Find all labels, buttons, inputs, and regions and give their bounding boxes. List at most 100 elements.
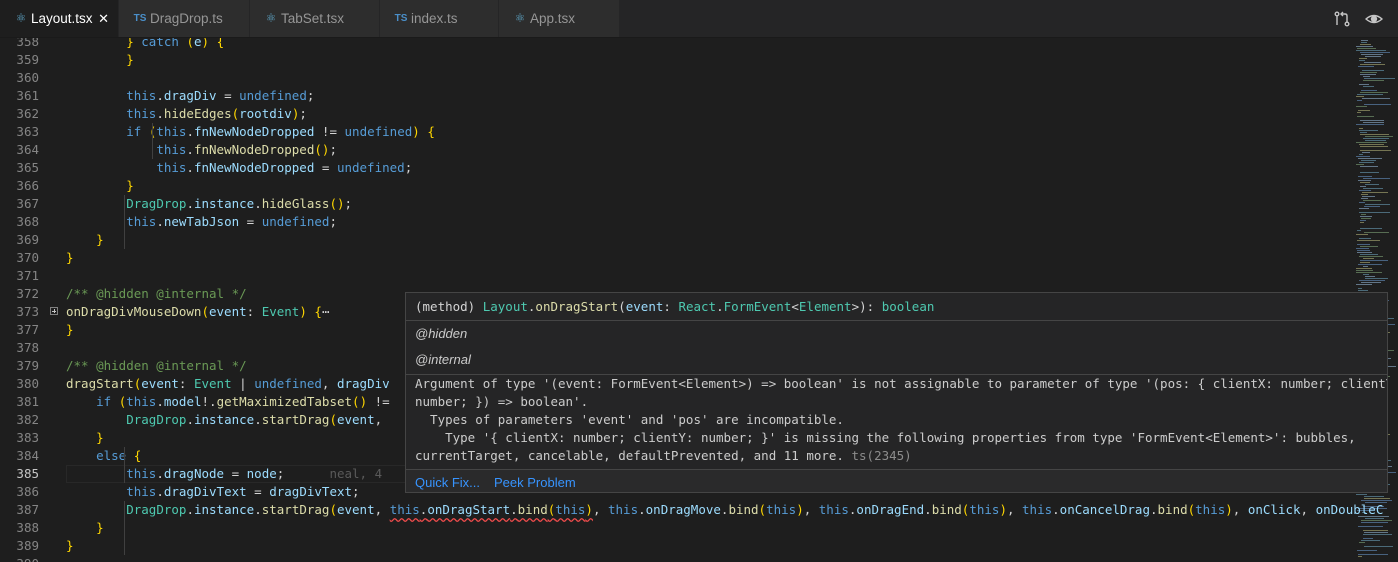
tab-tabset[interactable]: ⚛ TabSet.tsx bbox=[250, 0, 380, 37]
quick-fix-link[interactable]: Quick Fix... bbox=[415, 475, 480, 491]
minimap-line bbox=[1363, 534, 1392, 535]
line-number: 367 bbox=[16, 196, 39, 211]
code-text: } catch (e) { bbox=[126, 38, 225, 49]
code-text: DragDrop.instance.hideGlass(); bbox=[126, 196, 353, 211]
minimap-line bbox=[1360, 146, 1388, 147]
minimap-line bbox=[1357, 250, 1370, 251]
code-line[interactable]: 390 bbox=[0, 555, 1356, 562]
peek-problem-link[interactable]: Peek Problem bbox=[494, 475, 576, 491]
code-line[interactable]: 362 this.hideEdges(rootdiv); bbox=[0, 105, 1356, 123]
code-line[interactable]: 371 bbox=[0, 267, 1356, 285]
minimap-line bbox=[1356, 270, 1373, 271]
minimap-line bbox=[1364, 62, 1381, 63]
code-line[interactable]: 365 this.fnNewNodeDropped = undefined; bbox=[0, 159, 1356, 177]
line-number: 377 bbox=[16, 322, 39, 337]
fold-expand-icon[interactable] bbox=[50, 307, 58, 315]
open-changes-icon[interactable] bbox=[1333, 10, 1351, 28]
code-text: this.fnNewNodeDropped(); bbox=[156, 142, 337, 157]
line-number: 358 bbox=[16, 38, 39, 49]
code-line[interactable]: 358 } catch (e) { bbox=[0, 38, 1356, 51]
minimap-line bbox=[1358, 288, 1362, 289]
minimap-line bbox=[1364, 232, 1389, 233]
tab-label: App.tsx bbox=[530, 11, 576, 26]
minimap-line bbox=[1356, 494, 1367, 495]
minimap-line bbox=[1361, 40, 1368, 41]
line-number: 384 bbox=[16, 448, 39, 463]
code-text: } bbox=[126, 178, 134, 193]
minimap-line bbox=[1364, 496, 1384, 497]
minimap-line bbox=[1360, 260, 1388, 261]
minimap-line bbox=[1362, 152, 1370, 153]
minimap-line bbox=[1363, 188, 1383, 189]
line-number: 370 bbox=[16, 250, 39, 265]
minimap-line bbox=[1360, 166, 1378, 167]
line-number: 363 bbox=[16, 124, 39, 139]
line-number: 381 bbox=[16, 394, 39, 409]
minimap-line bbox=[1361, 54, 1383, 55]
indent-guide bbox=[152, 123, 153, 159]
minimap-line bbox=[1360, 216, 1372, 217]
line-number: 365 bbox=[16, 160, 39, 175]
toggle-inline-view-icon[interactable] bbox=[1364, 10, 1384, 28]
line-number: 379 bbox=[16, 358, 39, 373]
react-icon: ⚛ bbox=[514, 11, 526, 25]
code-line[interactable]: 359 } bbox=[0, 51, 1356, 69]
line-number: 385 bbox=[16, 466, 39, 481]
minimap-line bbox=[1359, 190, 1371, 191]
close-icon[interactable]: ✕ bbox=[98, 0, 109, 37]
minimap-line bbox=[1360, 120, 1384, 121]
minimap-line bbox=[1359, 212, 1390, 213]
minimap-line bbox=[1356, 106, 1367, 107]
code-line[interactable]: 370} bbox=[0, 249, 1356, 267]
code-text: if (this.model!.getMaximizedTabset() != bbox=[96, 394, 398, 409]
minimap-line bbox=[1357, 240, 1380, 241]
line-number: 371 bbox=[16, 268, 39, 283]
minimap-line bbox=[1357, 112, 1361, 113]
minimap-line bbox=[1356, 268, 1372, 269]
minimap-line bbox=[1360, 134, 1389, 135]
minimap-line bbox=[1364, 498, 1390, 499]
line-number: 362 bbox=[16, 106, 39, 121]
tab-dragdrop[interactable]: TS DragDrop.ts bbox=[119, 0, 250, 37]
tab-index[interactable]: TS index.ts bbox=[380, 0, 499, 37]
minimap-line bbox=[1363, 122, 1384, 123]
code-text: /** @hidden @internal */ bbox=[66, 286, 247, 301]
minimap-line bbox=[1365, 276, 1375, 277]
code-line[interactable]: 369 } bbox=[0, 231, 1356, 249]
code-text: this.fnNewNodeDropped = undefined; bbox=[156, 160, 413, 175]
line-number: 361 bbox=[16, 88, 39, 103]
code-line[interactable]: 368 this.newTabJson = undefined; bbox=[0, 213, 1356, 231]
minimap-line bbox=[1356, 156, 1370, 157]
error-line: Argument of type '(event: FormEvent<Elem… bbox=[415, 376, 1388, 391]
minimap-line bbox=[1362, 70, 1384, 71]
line-number: 387 bbox=[16, 502, 39, 517]
minimap-line bbox=[1358, 180, 1371, 181]
minimap-line bbox=[1358, 290, 1368, 291]
minimap-line bbox=[1362, 196, 1375, 197]
code-line[interactable]: 387 DragDrop.instance.startDrag(event, t… bbox=[0, 501, 1383, 519]
code-line[interactable]: 361 this.dragDiv = undefined; bbox=[0, 87, 1356, 105]
minimap-line bbox=[1359, 154, 1363, 155]
minimap-line bbox=[1358, 110, 1370, 111]
code-line[interactable]: 388 } bbox=[0, 519, 1356, 537]
minimap-line bbox=[1359, 256, 1383, 257]
code-text: this.dragNode = node; neal, 4 bbox=[126, 466, 383, 481]
line-number: 372 bbox=[16, 286, 39, 301]
minimap-line bbox=[1356, 124, 1384, 125]
tab-app[interactable]: ⚛ App.tsx bbox=[499, 0, 620, 37]
error-squiggle: this.onDragStart.bind(this) bbox=[389, 502, 593, 517]
minimap-line bbox=[1363, 80, 1384, 81]
code-line[interactable]: 389} bbox=[0, 537, 1356, 555]
minimap-line bbox=[1360, 222, 1364, 223]
tab-layout[interactable]: ⚛ Layout.tsx ✕ bbox=[0, 0, 119, 37]
code-line[interactable]: 360 bbox=[0, 69, 1356, 87]
error-line: number; }) => boolean'. bbox=[415, 394, 589, 409]
line-number: 382 bbox=[16, 412, 39, 427]
minimap-line bbox=[1364, 78, 1395, 79]
code-line[interactable]: 366 } bbox=[0, 177, 1356, 195]
code-text: } bbox=[66, 250, 74, 265]
code-line[interactable]: 367 DragDrop.instance.hideGlass(); bbox=[0, 195, 1356, 213]
code-line[interactable]: 364 this.fnNewNodeDropped(); bbox=[0, 141, 1356, 159]
code-text: this.hideEdges(rootdiv); bbox=[126, 106, 307, 121]
code-line[interactable]: 363 if (this.fnNewNodeDropped != undefin… bbox=[0, 123, 1356, 141]
